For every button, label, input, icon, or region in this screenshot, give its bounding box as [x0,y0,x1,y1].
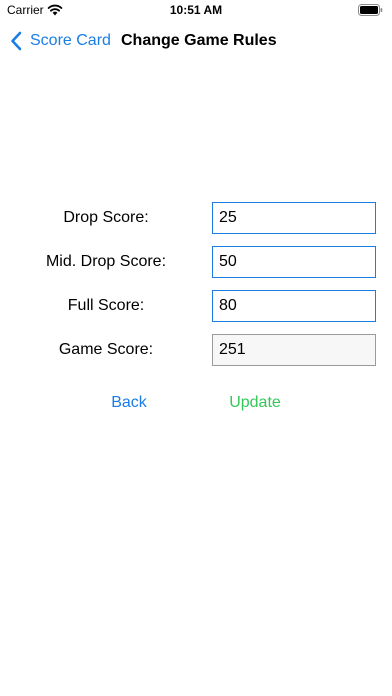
mid-drop-score-label: Mid. Drop Score: [45,253,167,270]
update-button[interactable]: Update [220,391,290,415]
page-title: Change Game Rules [121,32,277,49]
navigation-bar: Score Card Change Game Rules [0,22,392,62]
mid-drop-score-field[interactable] [212,246,376,278]
nav-back-label: Score Card [30,32,111,49]
full-score-row: Full Score: [0,290,392,322]
status-time: 10:51 AM [169,3,223,17]
back-button[interactable]: Back [98,391,160,415]
battery-icon [358,4,383,16]
game-score-label: Game Score: [58,341,154,358]
drop-score-label: Drop Score: [63,209,149,226]
drop-score-row: Drop Score: [0,202,392,234]
nav-back-button[interactable]: Score Card [10,30,111,52]
game-score-row: Game Score: [0,334,392,366]
full-score-label: Full Score: [67,297,145,314]
chevron-left-icon [11,31,22,51]
game-score-field[interactable] [212,334,376,366]
drop-score-field[interactable] [212,202,376,234]
status-bar: Carrier 10:51 AM [0,0,392,22]
full-score-field[interactable] [212,290,376,322]
mid-drop-score-row: Mid. Drop Score: [0,246,392,278]
